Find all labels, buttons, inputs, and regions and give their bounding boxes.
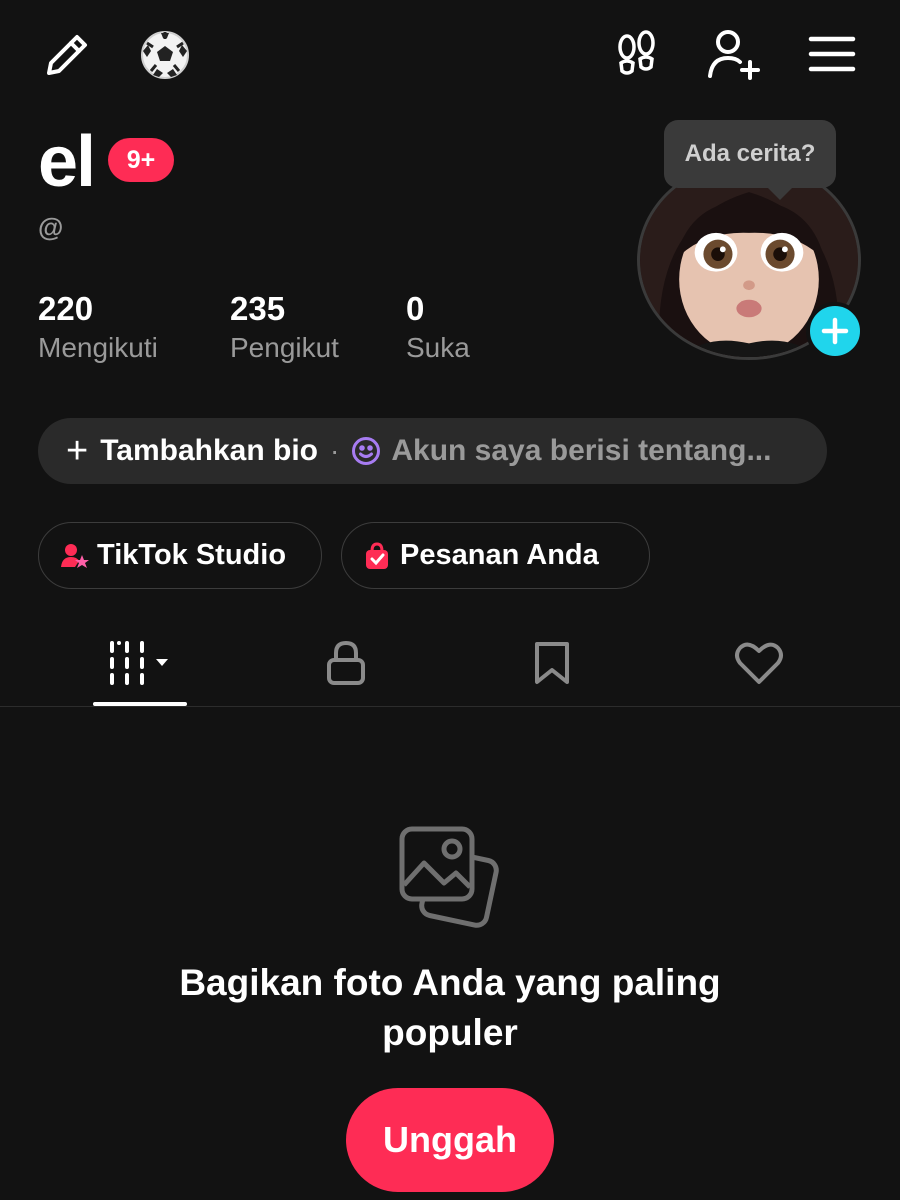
hamburger-menu-icon[interactable]	[804, 28, 860, 80]
smile-icon	[352, 437, 381, 465]
your-orders-button[interactable]: Pesanan Anda	[341, 522, 650, 589]
plus-icon: +	[66, 430, 89, 472]
profile-handle: @	[38, 212, 64, 242]
tab-videos[interactable]	[92, 628, 192, 698]
empty-state-title: Bagikan foto Anda yang paling populer	[179, 962, 721, 1053]
stat-followers[interactable]: 235 Pengikut	[230, 290, 339, 366]
bio-suggestion: Akun saya berisi tentang...	[391, 434, 772, 467]
bio-separator: ·	[330, 435, 340, 466]
tab-private[interactable]	[296, 628, 396, 698]
followers-label: Pengikut	[230, 332, 339, 363]
likes-label: Suka	[406, 332, 470, 363]
studio-icon	[61, 543, 89, 568]
tiktok-studio-label: TikTok Studio	[97, 539, 287, 571]
pencil-icon[interactable]	[38, 26, 96, 84]
add-bio-label: Tambahkan bio	[100, 434, 319, 467]
lock-icon	[327, 640, 365, 685]
tiktok-studio-button[interactable]: TikTok Studio	[38, 522, 322, 589]
add-bio-button[interactable]: + Tambahkan bio · Akun saya berisi tenta…	[38, 418, 827, 484]
soccer-ball-icon[interactable]	[136, 26, 194, 84]
add-story-button[interactable]	[806, 302, 864, 360]
notification-badge[interactable]: 9+	[108, 138, 174, 182]
following-count: 220	[38, 290, 94, 327]
plus-icon	[821, 317, 849, 345]
upload-button[interactable]: Unggah	[346, 1088, 554, 1192]
tab-divider	[0, 706, 900, 707]
profile-page: el 9+ @ 220 Mengikuti 235 Pengikut 0 Suk…	[0, 0, 900, 1200]
tab-liked[interactable]	[709, 628, 809, 698]
followers-count: 235	[230, 290, 286, 327]
your-orders-label: Pesanan Anda	[400, 539, 599, 571]
likes-count: 0	[406, 290, 425, 327]
photos-icon	[398, 825, 502, 929]
footprints-icon[interactable]	[608, 26, 666, 84]
profile-username: el	[38, 122, 96, 202]
stat-following[interactable]: 220 Mengikuti	[38, 290, 158, 366]
shopping-bag-icon	[366, 541, 388, 569]
story-prompt-tooltip[interactable]: Ada cerita?	[664, 120, 836, 200]
tab-saved[interactable]	[502, 628, 602, 698]
bookmark-icon	[535, 642, 569, 684]
heart-icon	[735, 642, 783, 684]
following-label: Mengikuti	[38, 332, 158, 363]
stat-likes[interactable]: 0 Suka	[406, 290, 470, 366]
add-user-icon[interactable]	[702, 24, 764, 86]
videos-grid-icon	[110, 641, 168, 685]
